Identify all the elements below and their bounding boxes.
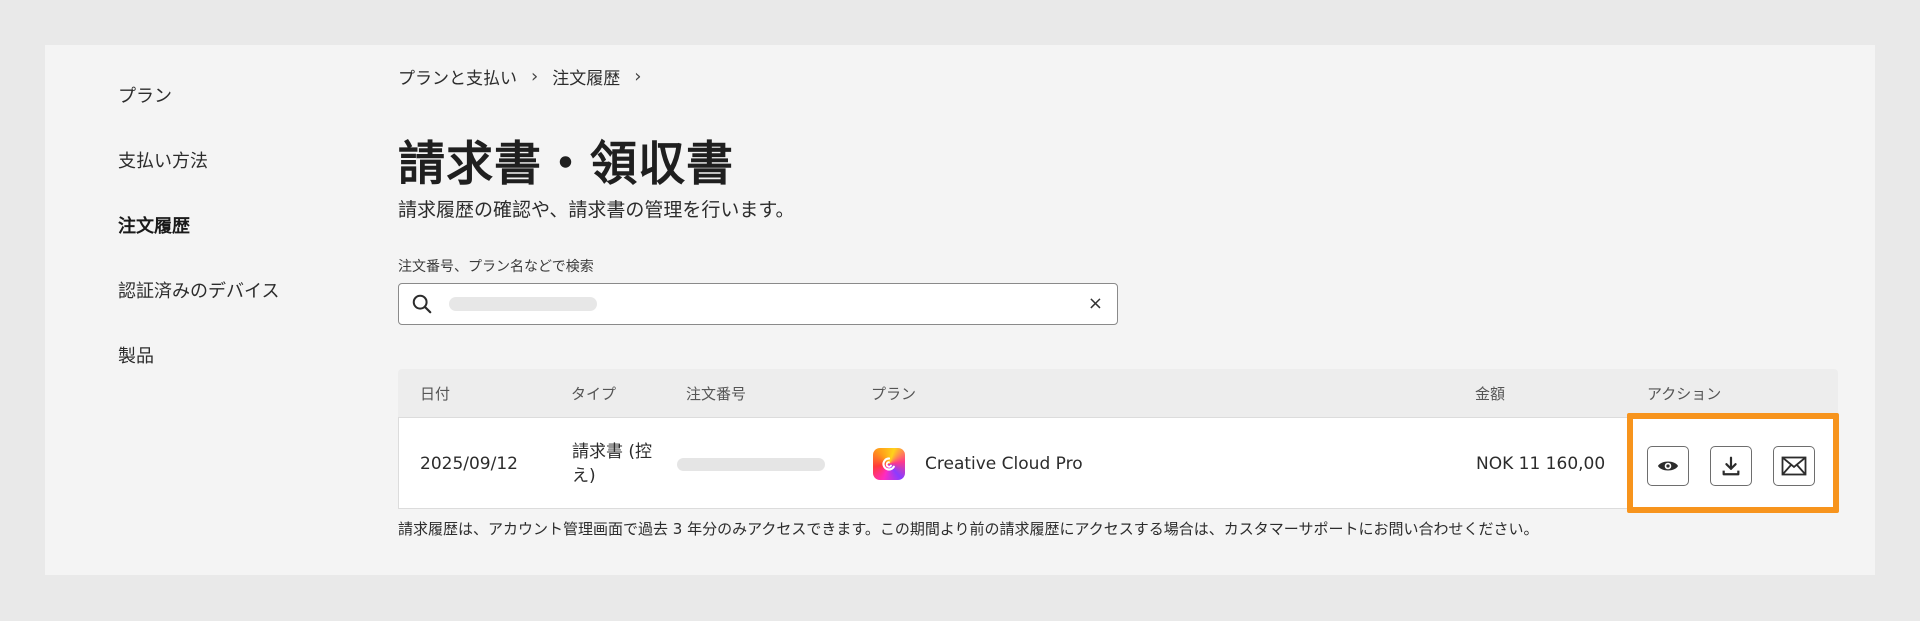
search-input[interactable]: [449, 297, 597, 311]
table-header: 日付 タイプ 注文番号 プラン 金額 アクション: [398, 369, 1838, 417]
chevron-right-icon: ›: [531, 66, 539, 87]
column-header-amount: 金額: [1475, 385, 1506, 403]
retention-footnote: 請求履歴は、アカウント管理画面で過去 3 年分のみアクセスできます。この期間より…: [398, 520, 1539, 538]
row-type: 請求書 (控 え): [572, 440, 652, 488]
column-header-plan: プラン: [871, 385, 917, 403]
column-header-order-number: 注文番号: [686, 385, 747, 403]
row-type-line2: え): [572, 466, 596, 486]
sidebar-item-products[interactable]: 製品: [118, 345, 378, 410]
sidebar-item-order-history[interactable]: 注文履歴: [118, 215, 378, 280]
row-type-line1: 請求書 (控: [572, 442, 653, 462]
column-header-type: タイプ: [571, 385, 617, 403]
sidebar: プラン 支払い方法 注文履歴 認証済みのデバイス 製品: [118, 85, 378, 410]
table-row: 2025/09/12 請求書 (控 え) Creative Cloud Pro …: [398, 417, 1838, 509]
view-invoice-button[interactable]: [1647, 446, 1689, 486]
sidebar-item-authorized-devices[interactable]: 認証済みのデバイス: [118, 280, 378, 345]
email-invoice-button[interactable]: [1773, 446, 1815, 486]
main-content: プランと支払い › 注文履歴 › 請求書・領収書 請求履歴の確認や、請求書の管理…: [398, 45, 1848, 575]
breadcrumb: プランと支払い › 注文履歴 ›: [398, 64, 655, 89]
invoice-table: 日付 タイプ 注文番号 プラン 金額 アクション 2025/09/12 請求書 …: [398, 369, 1838, 510]
eye-icon: [1657, 461, 1679, 471]
breadcrumb-order-history[interactable]: 注文履歴: [552, 64, 620, 89]
row-plan: Creative Cloud Pro: [925, 454, 1083, 474]
download-invoice-button[interactable]: [1710, 446, 1752, 486]
column-header-date: 日付: [420, 385, 451, 403]
row-date: 2025/09/12: [420, 454, 518, 474]
column-header-actions: アクション: [1647, 385, 1722, 403]
page-description: 請求履歴の確認や、請求書の管理を行います。: [398, 199, 795, 221]
creative-cloud-icon: [873, 448, 905, 480]
chevron-right-icon: ›: [634, 66, 642, 87]
search-icon: [412, 294, 432, 314]
search-field[interactable]: ×: [398, 283, 1118, 325]
billing-panel: プラン 支払い方法 注文履歴 認証済みのデバイス 製品 プランと支払い › 注文…: [45, 45, 1875, 575]
breadcrumb-plans-and-payment[interactable]: プランと支払い: [398, 64, 517, 89]
sidebar-item-payment-methods[interactable]: 支払い方法: [118, 150, 378, 215]
page-title: 請求書・領収書: [398, 137, 734, 192]
sidebar-item-plans[interactable]: プラン: [118, 85, 378, 150]
search-label: 注文番号、プラン名などで検索: [398, 259, 594, 275]
row-order-number: [677, 458, 825, 471]
envelope-icon: [1781, 456, 1807, 476]
clear-icon[interactable]: ×: [1088, 293, 1103, 315]
row-amount: NOK 11 160,00: [1476, 454, 1606, 474]
download-icon: [1722, 456, 1740, 476]
